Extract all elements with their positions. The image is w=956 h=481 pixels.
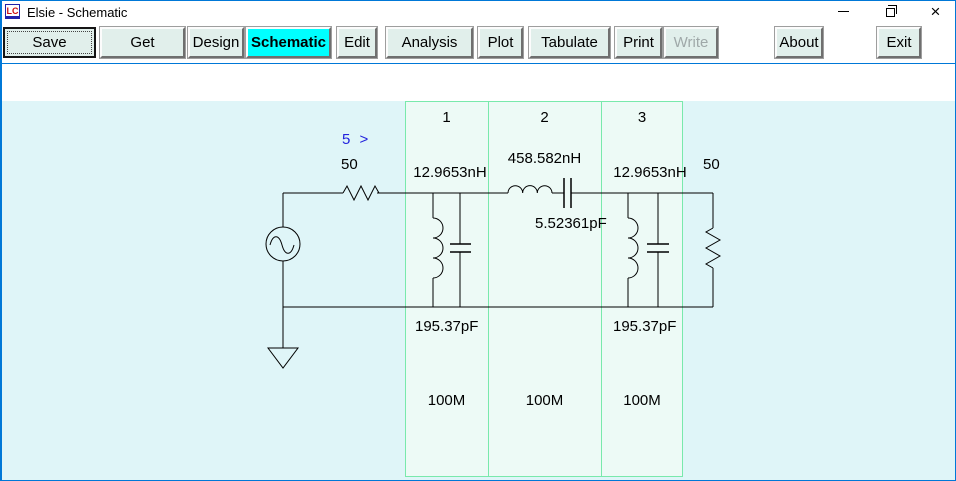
section-1-frequency: 100M [427, 392, 466, 409]
get-button[interactable]: Get [100, 27, 185, 58]
load-impedance-label: 50 [703, 156, 720, 173]
titlebar: LC Elsie - Schematic × [0, 0, 956, 24]
print-button[interactable]: Print [615, 27, 662, 58]
minimize-icon [837, 11, 849, 12]
window-title: Elsie - Schematic [27, 5, 128, 20]
write-button: Write [664, 27, 718, 58]
window-border-top [0, 0, 956, 1]
toolbar: Save Get Design Schematic Edit Analysis … [0, 24, 956, 63]
schematic-button[interactable]: Schematic [246, 27, 331, 58]
tabulate-button[interactable]: Tabulate [529, 27, 610, 58]
edit-button[interactable]: Edit [337, 27, 377, 58]
about-button[interactable]: About [775, 27, 823, 58]
section-3-number: 3 [637, 109, 647, 126]
toolbar-divider [0, 63, 956, 64]
plot-button[interactable]: Plot [478, 27, 523, 58]
save-button[interactable]: Save [3, 27, 96, 58]
section-1-number: 1 [442, 109, 451, 126]
exit-button[interactable]: Exit [877, 27, 921, 58]
app-icon-label: LC [6, 6, 19, 16]
c3-value-label: 195.37pF [613, 318, 677, 335]
section-divider-2-3 [601, 101, 602, 477]
section-3-frequency: 100M [623, 392, 661, 409]
section-2-number: 2 [540, 109, 549, 126]
restore-icon [885, 5, 897, 17]
restore-button[interactable] [875, 0, 905, 23]
section-2-frequency: 100M [525, 392, 564, 409]
c1-value-label: 195.37pF [415, 318, 479, 335]
l2-value-label: 458.582nH [507, 150, 582, 167]
l3-value-label: 12.9653nH [613, 164, 687, 181]
minimize-button[interactable] [828, 0, 858, 23]
close-button[interactable]: × [919, 0, 952, 23]
analysis-button[interactable]: Analysis [386, 27, 473, 58]
design-button[interactable]: Design [188, 27, 244, 58]
c2-value-label: 5.52361pF [535, 215, 607, 232]
app-icon: LC [5, 4, 20, 19]
source-impedance-label: 50 [341, 156, 358, 173]
window-border-left [0, 0, 2, 481]
l1-value-label: 12.9653nH [413, 164, 487, 181]
filter-order-marker: 5 > [342, 131, 369, 148]
